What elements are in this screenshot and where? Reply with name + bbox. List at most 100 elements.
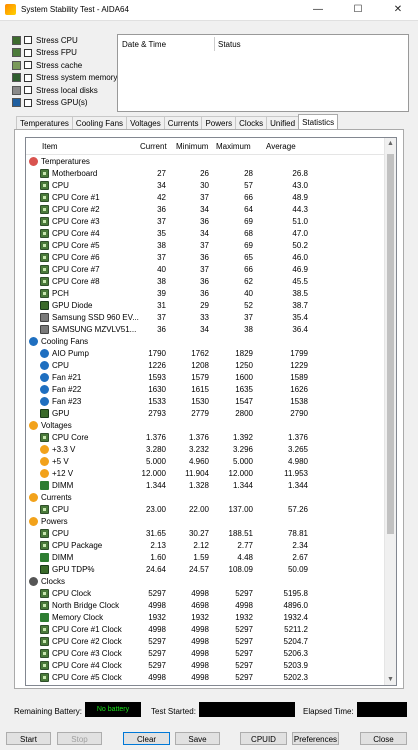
table-row[interactable]: CPU Core 1.376 1.376 1.392 1.376: [26, 431, 384, 443]
table-row[interactable]: +5 V 5.000 4.960 5.000 4.980: [26, 455, 384, 467]
tab-statistics[interactable]: Statistics: [298, 114, 339, 130]
table-row[interactable]: CPU Core #8 38 36 62 45.5: [26, 275, 384, 287]
stress-disks-option[interactable]: Stress local disks: [12, 84, 117, 97]
stress-fpu-checkbox[interactable]: [24, 48, 32, 57]
table-row[interactable]: GPU Diode 31 29 52 38.7: [26, 299, 384, 311]
minimize-button[interactable]: —: [298, 0, 338, 20]
gpu-icon: [40, 301, 49, 310]
stress-disks-checkbox[interactable]: [24, 86, 32, 95]
tab-unified[interactable]: Unified: [266, 116, 300, 130]
event-log[interactable]: Date & Time Status: [117, 34, 409, 112]
cell-max: 5297: [235, 672, 253, 682]
volt-icon: [40, 445, 49, 454]
preferences-button[interactable]: Preferences: [292, 732, 339, 745]
table-row[interactable]: CPU Core #3 Clock 5297 4998 5297 5206.3: [26, 647, 384, 659]
scrollbar-thumb[interactable]: [387, 154, 394, 534]
table-row[interactable]: DIMM 1.344 1.328 1.344 1.344: [26, 479, 384, 491]
stress-cpu-option[interactable]: Stress CPU: [12, 34, 117, 47]
table-row[interactable]: North Bridge Clock 4998 4698 4998 4896.0: [26, 599, 384, 611]
table-row[interactable]: AIO Pump 1790 1762 1829 1799: [26, 347, 384, 359]
volt-icon: [40, 457, 49, 466]
table-row[interactable]: Fan #21 1593 1579 1600 1589: [26, 371, 384, 383]
tab-voltages[interactable]: Voltages: [126, 116, 165, 130]
table-row[interactable]: CPU Core #2 Clock 5297 4998 5297 5204.7: [26, 635, 384, 647]
table-row[interactable]: CPU Package 2.13 2.12 2.77 2.34: [26, 539, 384, 551]
close-window-button[interactable]: ✕: [378, 0, 418, 20]
table-row[interactable]: CPU Core #5 Clock 4998 4998 5297 5202.3: [26, 671, 384, 683]
cell-max: 68: [244, 228, 253, 238]
table-row[interactable]: Fan #22 1630 1615 1635 1626: [26, 383, 384, 395]
stress-gpu-checkbox[interactable]: [24, 98, 32, 107]
header-minimum[interactable]: Minimum: [176, 142, 208, 151]
table-row[interactable]: CPU Core #7 40 37 66 46.9: [26, 263, 384, 275]
section-row[interactable]: Temperatures: [26, 155, 384, 167]
maximize-button[interactable]: ☐: [338, 0, 378, 20]
statistics-table[interactable]: Item Current Minimum Maximum Average Tem…: [25, 137, 397, 686]
tab-powers[interactable]: Powers: [201, 116, 237, 130]
tab-currents[interactable]: Currents: [163, 116, 203, 130]
cell-avg: 78.81: [287, 528, 308, 538]
vertical-scrollbar[interactable]: ▲ ▼: [384, 138, 396, 685]
stress-gpu-option[interactable]: Stress GPU(s): [12, 97, 117, 110]
tab-clocks[interactable]: Clocks: [235, 116, 268, 130]
log-date-header[interactable]: Date & Time: [122, 40, 166, 49]
volt-icon: [40, 469, 49, 478]
scroll-up-arrow-icon[interactable]: ▲: [387, 140, 394, 147]
table-row[interactable]: +3.3 V 3.280 3.232 3.296 3.265: [26, 443, 384, 455]
table-row[interactable]: CPU Core #2 36 34 64 44.3: [26, 203, 384, 215]
table-row[interactable]: GPU 2793 2779 2800 2790: [26, 407, 384, 419]
stress-cache-checkbox[interactable]: [24, 61, 32, 70]
table-row[interactable]: CPU 23.00 22.00 137.00 57.26: [26, 503, 384, 515]
cpu-icon: [12, 35, 21, 45]
start-button[interactable]: Start: [6, 732, 51, 745]
table-row[interactable]: CPU 31.65 30.27 188.51 78.81: [26, 527, 384, 539]
table-row[interactable]: CPU Core #3 37 36 69 51.0: [26, 215, 384, 227]
table-row[interactable]: CPU Core #6 37 36 65 46.0: [26, 251, 384, 263]
table-row[interactable]: SAMSUNG MZVLV51... 36 34 38 36.4: [26, 323, 384, 335]
table-row[interactable]: +12 V 12.000 11.904 12.000 11.953: [26, 467, 384, 479]
log-status-header[interactable]: Status: [218, 40, 241, 49]
stress-memory-checkbox[interactable]: [24, 73, 32, 82]
table-row[interactable]: CPU Clock 5297 4998 5297 5195.8: [26, 587, 384, 599]
table-row[interactable]: CPU 34 30 57 43.0: [26, 179, 384, 191]
table-row[interactable]: Samsung SSD 960 EV... 37 33 37 35.4: [26, 311, 384, 323]
table-row[interactable]: Memory Clock 1932 1932 1932 1932.4: [26, 611, 384, 623]
section-row[interactable]: Clocks: [26, 575, 384, 587]
table-row[interactable]: DIMM 1.60 1.59 4.48 2.67: [26, 551, 384, 563]
tab-temperatures[interactable]: Temperatures: [16, 116, 73, 130]
tab-cooling-fans[interactable]: Cooling Fans: [71, 116, 128, 130]
cell-avg: 5195.8: [283, 588, 308, 598]
clear-button[interactable]: Clear: [123, 732, 170, 745]
table-row[interactable]: CPU 1226 1208 1250 1229: [26, 359, 384, 371]
cell-cur: 5297: [148, 660, 166, 670]
stop-button[interactable]: Stop: [57, 732, 102, 745]
cpuid-button[interactable]: CPUID: [240, 732, 287, 745]
table-row[interactable]: Fan #23 1533 1530 1547 1538: [26, 395, 384, 407]
save-button[interactable]: Save: [175, 732, 220, 745]
header-item[interactable]: Item: [42, 142, 58, 151]
cell-cur: 5297: [148, 588, 166, 598]
cell-max: 137.00: [228, 504, 253, 514]
stress-memory-option[interactable]: Stress system memory: [12, 72, 117, 85]
section-row[interactable]: Powers: [26, 515, 384, 527]
header-current[interactable]: Current: [140, 142, 167, 151]
table-row[interactable]: CPU Core #4 Clock 5297 4998 5297 5203.9: [26, 659, 384, 671]
scroll-down-arrow-icon[interactable]: ▼: [387, 676, 394, 683]
stress-fpu-option[interactable]: Stress FPU: [12, 47, 117, 60]
section-row[interactable]: Voltages: [26, 419, 384, 431]
section-row[interactable]: Currents: [26, 491, 384, 503]
close-button[interactable]: Close: [360, 732, 407, 745]
table-row[interactable]: Motherboard 27 26 28 26.8: [26, 167, 384, 179]
mem-icon: [40, 481, 49, 490]
table-row[interactable]: CPU Core #1 Clock 4998 4998 5297 5211.2: [26, 623, 384, 635]
stress-cpu-checkbox[interactable]: [24, 36, 32, 45]
table-row[interactable]: PCH 39 36 40 38.5: [26, 287, 384, 299]
table-row[interactable]: CPU Core #4 35 34 68 47.0: [26, 227, 384, 239]
header-average[interactable]: Average: [266, 142, 296, 151]
table-row[interactable]: GPU TDP% 24.64 24.57 108.09 50.09: [26, 563, 384, 575]
section-row[interactable]: Cooling Fans: [26, 335, 384, 347]
stress-cache-option[interactable]: Stress cache: [12, 59, 117, 72]
table-row[interactable]: CPU Core #1 42 37 66 48.9: [26, 191, 384, 203]
table-row[interactable]: CPU Core #5 38 37 69 50.2: [26, 239, 384, 251]
header-maximum[interactable]: Maximum: [216, 142, 251, 151]
